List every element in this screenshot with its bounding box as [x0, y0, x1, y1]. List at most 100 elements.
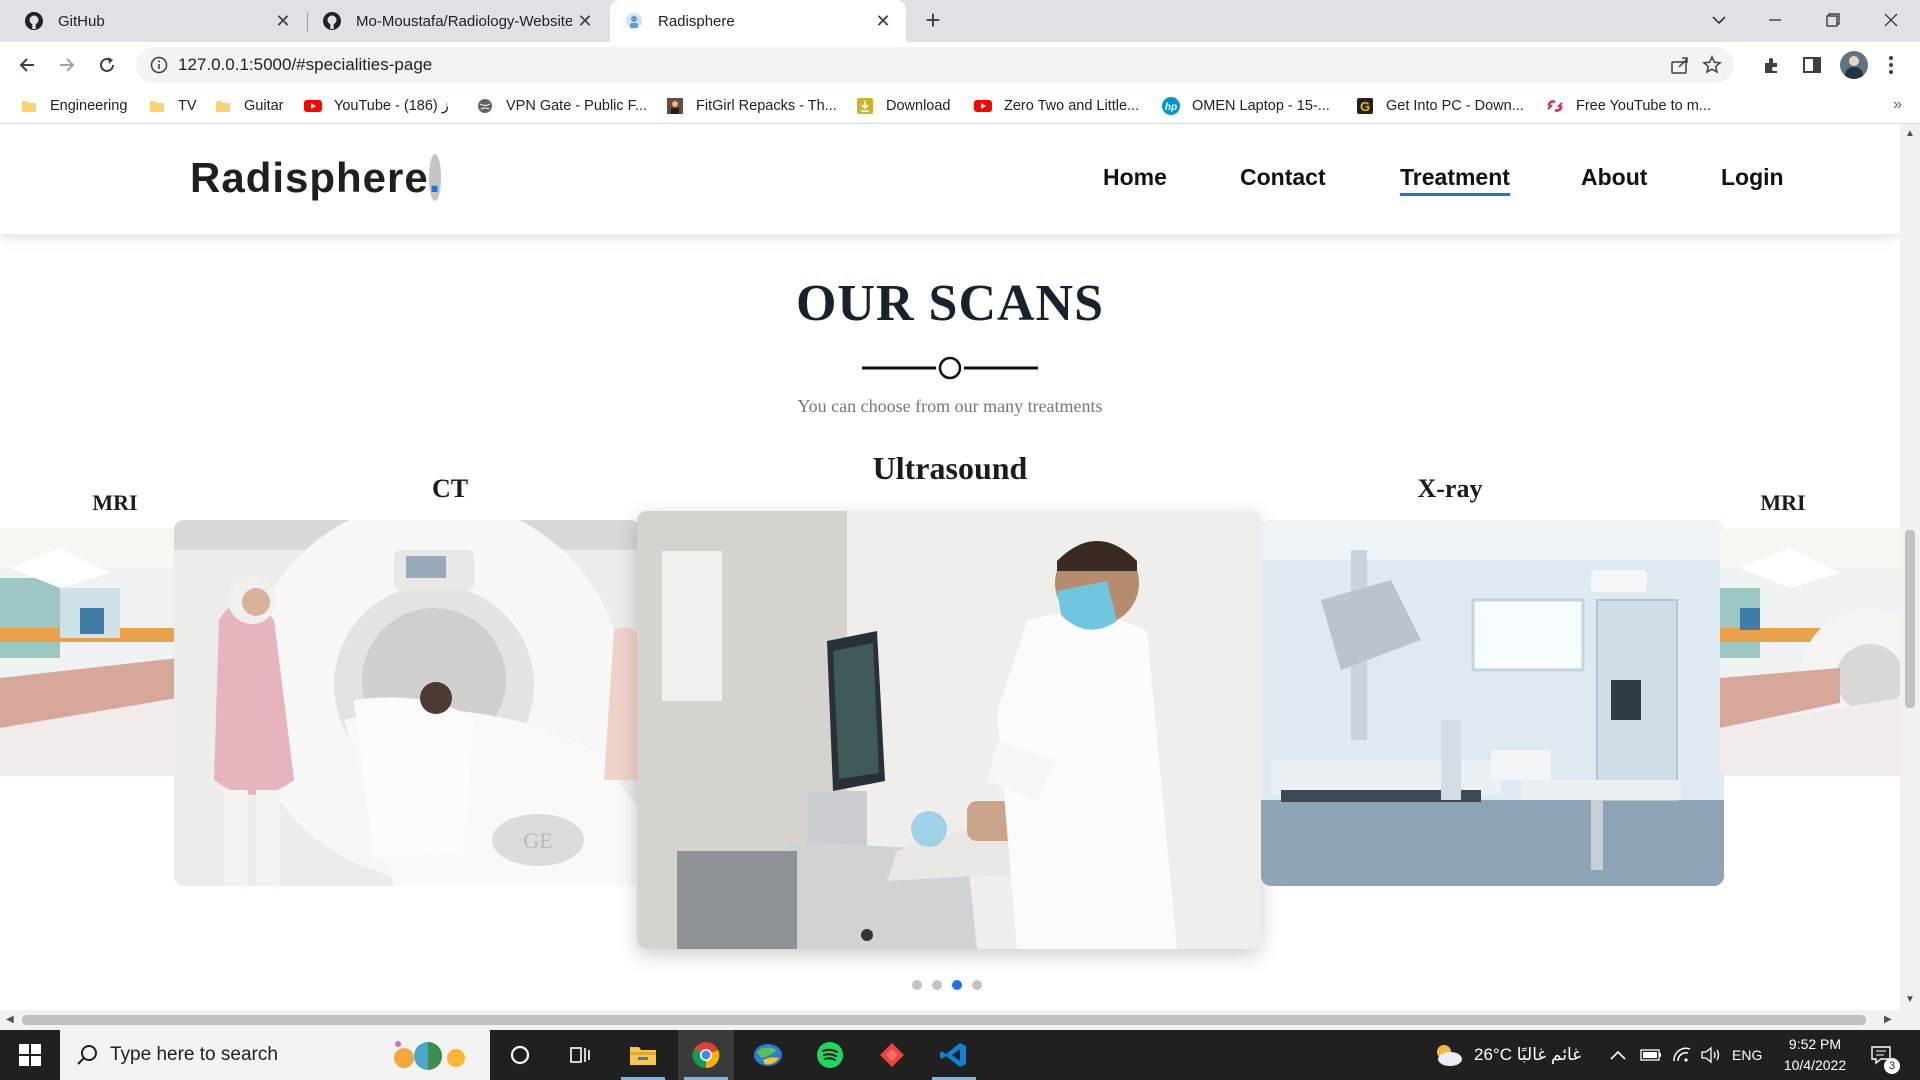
file-explorer-button[interactable] — [615, 1030, 671, 1080]
minimize-button[interactable] — [1748, 0, 1802, 40]
bookmark-engineering[interactable]: Engineering — [20, 88, 127, 124]
cortana-icon — [510, 1045, 530, 1065]
back-button[interactable] — [12, 50, 42, 80]
bookmarks-overflow-button[interactable]: » — [1893, 96, 1902, 114]
close-icon[interactable]: ✕ — [270, 11, 296, 32]
brand-logo[interactable]: Radisphere. — [190, 154, 442, 202]
bookmark-label: Zero Two and Little... — [1004, 98, 1140, 114]
tab-repository[interactable]: Mo-Moustafa/Radiology-Website ✕ — [308, 0, 608, 42]
slide-mri-left[interactable] — [0, 528, 178, 776]
bookmark-youtube[interactable]: YouTube - ز (186) — [304, 88, 449, 124]
vscode-button[interactable] — [926, 1030, 982, 1080]
vertical-scroll-thumb[interactable] — [1905, 530, 1915, 708]
tab-github[interactable]: GitHub ✕ — [0, 0, 306, 42]
info-icon[interactable] — [150, 56, 168, 74]
bookmark-download[interactable]: Download — [856, 88, 951, 124]
clock-date: 10/4/2022 — [1783, 1057, 1847, 1073]
section-subtitle: You can choose from our many treatments — [797, 396, 1103, 416]
profile-avatar[interactable] — [1840, 51, 1868, 79]
close-window-button[interactable] — [1864, 0, 1918, 40]
bookmark-fitgirl[interactable]: FitGirl Repacks - Th... — [666, 88, 837, 124]
slide-xray[interactable] — [1261, 520, 1724, 886]
bookmark-vpngate[interactable]: VPN Gate - Public F... — [476, 88, 647, 124]
taskbar-clock[interactable]: 9:52 PM 10/4/2022 — [1772, 1034, 1858, 1076]
earth-app-button[interactable] — [740, 1030, 796, 1080]
weather-widget[interactable]: 26°C غائم غالبًا — [1432, 1030, 1581, 1080]
new-tab-button[interactable]: + — [916, 4, 950, 38]
chevron-up-icon — [1610, 1050, 1626, 1060]
start-button[interactable] — [0, 1030, 60, 1080]
carousel-dot[interactable] — [912, 980, 922, 990]
bookmark-zero-two[interactable]: Zero Two and Little... — [974, 88, 1139, 124]
ultrasound-room-image — [637, 511, 1261, 949]
cortana-button[interactable] — [492, 1030, 548, 1080]
weather-cloud-sun-icon — [1437, 1045, 1462, 1066]
bookmark-ytmp3[interactable]: Free YouTube to m... — [1546, 88, 1711, 124]
globe-icon — [476, 97, 494, 115]
reload-button[interactable] — [92, 50, 122, 80]
wifi-button[interactable] — [1672, 1030, 1692, 1080]
nav-home[interactable]: Home — [1103, 164, 1167, 191]
bookmark-star-icon[interactable] — [1702, 55, 1722, 75]
volume-button[interactable] — [1700, 1030, 1722, 1080]
bookmark-omen[interactable]: hp OMEN Laptop - 15-... — [1162, 88, 1330, 124]
taskbar-search[interactable]: Type here to search — [60, 1030, 490, 1080]
mri-room-image — [1720, 528, 1900, 776]
chrome-button[interactable] — [678, 1030, 734, 1080]
horizontal-scrollbar[interactable]: ◀ ▶ — [0, 1010, 1920, 1030]
slide-label-ct: CT — [431, 474, 469, 503]
notifications-button[interactable]: 3 — [1870, 1030, 1900, 1080]
anydesk-button[interactable] — [864, 1030, 920, 1080]
carousel-dot[interactable] — [932, 980, 942, 990]
wifi-icon — [1673, 1047, 1691, 1062]
nav-treatment[interactable]: Treatment — [1400, 164, 1510, 196]
tab-title: GitHub — [58, 12, 105, 30]
bookmark-label: FitGirl Repacks - Th... — [696, 98, 837, 114]
more-vertical-icon[interactable] — [1888, 55, 1894, 75]
bookmark-label: VPN Gate - Public F... — [506, 98, 648, 114]
input-language[interactable]: ENG — [1732, 1030, 1762, 1080]
forward-button[interactable] — [52, 50, 82, 80]
arrow-left-icon — [19, 58, 34, 72]
task-view-button[interactable] — [552, 1030, 608, 1080]
scroll-left-arrow-icon[interactable]: ◀ — [6, 1014, 14, 1025]
carousel-dot[interactable] — [972, 980, 982, 990]
spotify-button[interactable] — [802, 1030, 858, 1080]
show-hidden-icons-button[interactable] — [1610, 1030, 1626, 1080]
battery-icon — [1640, 1049, 1661, 1061]
close-icon[interactable]: ✕ — [572, 11, 598, 32]
tab-radisphere[interactable]: Radisphere ✕ — [610, 0, 906, 42]
download-icon — [856, 97, 874, 115]
share-icon[interactable] — [1670, 55, 1690, 75]
battery-button[interactable] — [1640, 1030, 1662, 1080]
restore-button[interactable] — [1806, 0, 1860, 40]
bookmark-label: Guitar — [244, 98, 284, 114]
url-text[interactable]: 127.0.0.1:5000/#specialities-page — [178, 47, 432, 83]
scroll-up-arrow-icon[interactable]: ▲ — [1905, 128, 1915, 139]
hp-icon: hp — [1162, 97, 1180, 115]
carousel-pagination — [912, 980, 982, 990]
slide-ct[interactable]: GE — [174, 520, 640, 886]
nav-about[interactable]: About — [1581, 164, 1647, 191]
slide-mri-right[interactable] — [1720, 528, 1900, 776]
extensions-puzzle-icon[interactable] — [1762, 55, 1782, 75]
github-icon — [323, 12, 341, 30]
chrome-icon — [692, 1042, 720, 1069]
bookmark-getintopc[interactable]: G Get Into PC - Down... — [1356, 88, 1524, 124]
slide-ultrasound[interactable] — [637, 511, 1261, 949]
bookmark-label: TV — [178, 98, 197, 114]
address-bar[interactable]: 127.0.0.1:5000/#specialities-page — [136, 47, 1734, 83]
reload-icon — [100, 57, 114, 72]
close-icon[interactable]: ✕ — [870, 11, 896, 32]
tab-search-button[interactable] — [1692, 0, 1746, 40]
scroll-down-arrow-icon[interactable]: ▼ — [1905, 994, 1915, 1005]
nav-contact[interactable]: Contact — [1240, 164, 1326, 191]
vertical-scrollbar[interactable]: ▲ ▼ — [1900, 124, 1920, 1010]
nav-login[interactable]: Login — [1721, 164, 1784, 191]
bookmark-guitar[interactable]: Guitar — [214, 88, 284, 124]
side-panel-icon[interactable] — [1802, 55, 1822, 75]
carousel-dot-active[interactable] — [952, 980, 962, 990]
bookmark-tv[interactable]: TV — [148, 88, 197, 124]
horizontal-scroll-thumb[interactable] — [22, 1015, 1866, 1025]
scroll-right-arrow-icon[interactable]: ▶ — [1884, 1014, 1892, 1025]
